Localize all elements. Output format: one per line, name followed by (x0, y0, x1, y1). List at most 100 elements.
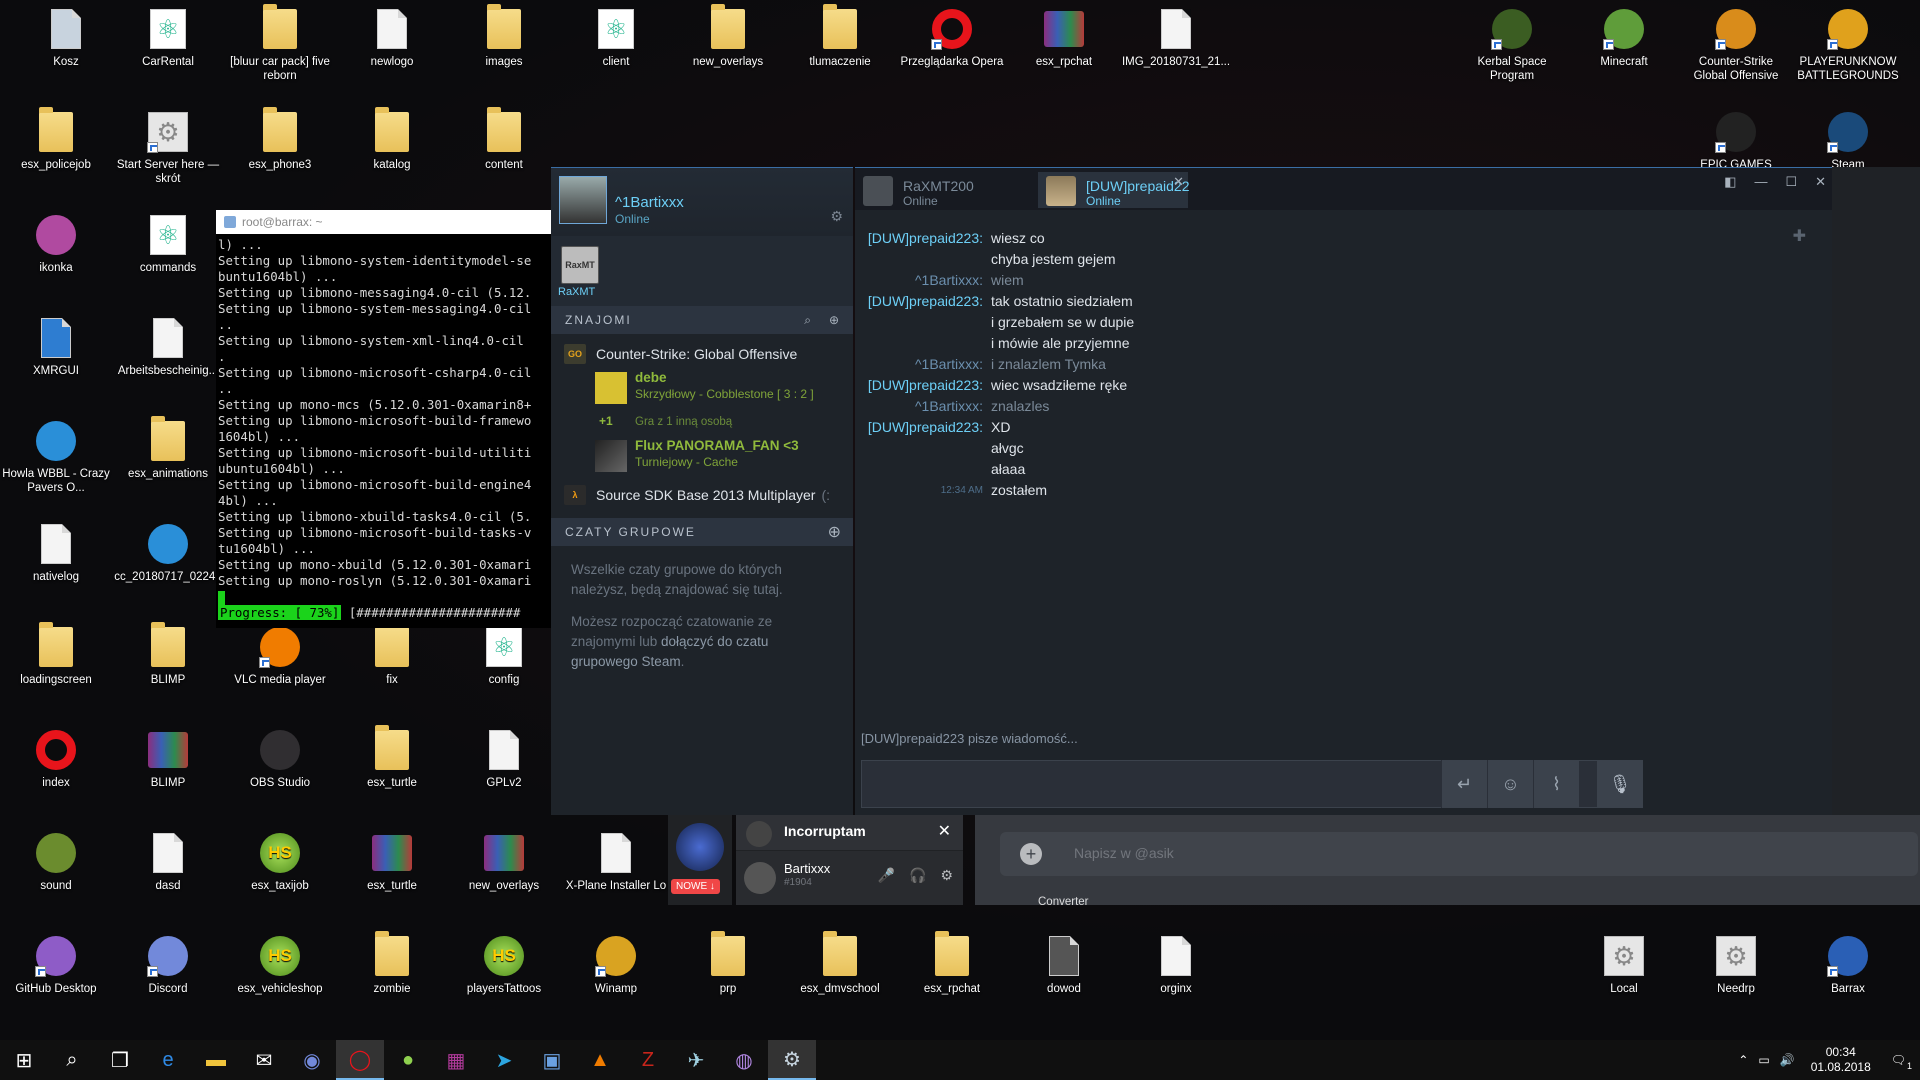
desktop-icon[interactable]: esx_phone3 (224, 103, 336, 203)
emoticon-icon[interactable]: ☺ (1487, 760, 1533, 808)
add-friend-icon[interactable]: ⊕ (829, 313, 841, 327)
desktop-icon[interactable]: OBS Studio (224, 721, 336, 821)
discord-icon[interactable]: ◉ (288, 1040, 336, 1080)
popout-icon[interactable]: ◧ (1724, 174, 1736, 190)
desktop-icon[interactable]: esx_animations (112, 412, 224, 512)
desktop-icon[interactable]: loadingscreen (0, 618, 112, 718)
add-group-icon[interactable]: ⊕ (828, 522, 843, 542)
desktop-icon[interactable]: HS playersTattoos (448, 927, 560, 1027)
desktop-icon[interactable]: ⚛ CarRental (112, 0, 224, 100)
chat-tab-raxmt200[interactable]: RaXMT200 Online (855, 172, 1005, 208)
desktop-icon[interactable]: newlogo (336, 0, 448, 100)
desktop-icon[interactable]: ⚙ Needrp (1680, 927, 1792, 1027)
network-icon[interactable]: ▭ (1758, 1053, 1769, 1067)
clock[interactable]: 00:34 01.08.2018 (1811, 1045, 1871, 1075)
desktop-icon[interactable]: new_overlays (672, 0, 784, 100)
telegram-icon[interactable]: ➤ (480, 1040, 528, 1080)
desktop-icon[interactable]: HS esx_vehicleshop (224, 927, 336, 1027)
task-view-icon[interactable]: ❐ (96, 1040, 144, 1080)
opera-icon[interactable]: ◯ (336, 1040, 384, 1080)
favorite-avatar[interactable]: RaxMT (561, 246, 599, 284)
headphones-icon[interactable]: 🎧 (909, 867, 926, 884)
desktop-icon[interactable]: index (0, 721, 112, 821)
desktop-icon[interactable]: ⚙ Local (1568, 927, 1680, 1027)
friend-debe[interactable]: debe Skrzydłowy - Cobblestone [ 3 : 2 ] (595, 366, 853, 410)
putty-icon[interactable]: ▣ (528, 1040, 576, 1080)
desktop-icon[interactable]: ⚛ client (560, 0, 672, 100)
desktop-icon[interactable]: fix (336, 618, 448, 718)
desktop-icon[interactable]: HS esx_taxijob (224, 824, 336, 924)
tray-chevron-icon[interactable]: ⌃ (1738, 1053, 1748, 1067)
desktop-icon[interactable]: esx_policejob (0, 103, 112, 203)
user-name[interactable]: ^1Bartixxx (615, 194, 684, 211)
desktop-icon[interactable]: sound (0, 824, 112, 924)
settings-gear-icon[interactable]: ⚙ (940, 867, 953, 884)
discord-message-input[interactable]: + Napisz w @asik (1000, 832, 1918, 876)
send-icon[interactable]: ↵ (1441, 760, 1487, 808)
close-dm-icon[interactable]: ✕ (938, 821, 951, 841)
winrar-icon[interactable]: ▦ (432, 1040, 480, 1080)
desktop-icon[interactable]: XMRGUI (0, 309, 112, 409)
search-icon[interactable]: ⌕ (804, 313, 813, 328)
filezilla-icon[interactable]: Z (624, 1040, 672, 1080)
desktop-icon[interactable]: tlumaczenie (784, 0, 896, 100)
favorite-name[interactable]: RaXMT (558, 286, 595, 298)
desktop-icon[interactable]: Kosz (10, 0, 122, 100)
settings-gear-icon[interactable]: ⚙ (830, 208, 843, 225)
desktop-icon[interactable]: katalog (336, 103, 448, 203)
minimize-icon[interactable]: — (1754, 174, 1767, 190)
desktop-icon[interactable]: PLAYERUNKNOW BATTLEGROUNDS (1792, 0, 1904, 100)
desktop-icon[interactable]: esx_turtle (336, 824, 448, 924)
hs-icon[interactable]: ● (384, 1040, 432, 1080)
desktop-icon[interactable]: nativelog (0, 515, 112, 615)
windows-start-icon[interactable]: ⊞ (0, 1040, 48, 1080)
steam-icon[interactable]: ⚙ (768, 1040, 816, 1080)
desktop-icon[interactable]: ikonka (0, 206, 112, 306)
desktop-icon[interactable]: VLC media player (224, 618, 336, 718)
desktop-icon[interactable]: Counter-Strike Global Offensive (1680, 0, 1792, 100)
desktop-icon[interactable]: prp (672, 927, 784, 1027)
desktop-icon[interactable]: [bluur car pack] five reborn (224, 0, 336, 100)
desktop-icon[interactable]: ⚛ config (448, 618, 560, 718)
user-avatar[interactable] (744, 862, 776, 894)
search-icon[interactable]: ⌕ (48, 1040, 96, 1080)
maximize-icon[interactable]: ☐ (1785, 174, 1797, 190)
friend-flux[interactable]: Flux PANORAMA_FAN <3 Turniejowy - Cache (595, 434, 853, 478)
desktop-icon[interactable]: Przeglądarka Opera (896, 0, 1008, 100)
desktop-icon[interactable]: X-Plane Installer Lo (560, 824, 672, 924)
friend-group-summary[interactable]: +1 Gra z 1 inną osobą (595, 410, 853, 434)
desktop-icon[interactable]: IMG_20180731_21... (1120, 0, 1232, 100)
desktop-icon[interactable]: Discord (112, 927, 224, 1027)
desktop-icon[interactable]: Minecraft (1568, 0, 1680, 100)
app2-icon[interactable]: ◍ (720, 1040, 768, 1080)
desktop-icon[interactable]: esx_rpchat (1008, 0, 1120, 100)
desktop-icon[interactable]: zombie (336, 927, 448, 1027)
desktop-icon[interactable]: BLIMP (112, 721, 224, 821)
desktop-icon[interactable]: GitHub Desktop (0, 927, 112, 1027)
terminal-title[interactable]: root@barrax: ~ (216, 210, 554, 234)
desktop-icon[interactable]: dowod (1008, 927, 1120, 1027)
app-icon[interactable]: ✈ (672, 1040, 720, 1080)
add-participant-icon[interactable]: ✚ (1793, 226, 1806, 246)
desktop-icon[interactable]: Howla WBBL - Crazy Pavers O... (0, 412, 112, 512)
notifications-icon[interactable]: 🗨 1 (1891, 1053, 1912, 1071)
desktop-icon[interactable]: new_overlays (448, 824, 560, 924)
vlc-icon[interactable]: ▲ (576, 1040, 624, 1080)
desktop-icon[interactable]: Winamp (560, 927, 672, 1027)
desktop-icon[interactable]: ⚛ commands (112, 206, 224, 306)
attach-icon[interactable]: ⌇ (1533, 760, 1579, 808)
desktop-icon[interactable]: images (448, 0, 560, 100)
mail-icon[interactable]: ✉ (240, 1040, 288, 1080)
dm-header[interactable]: Incorruptam ✕ (736, 815, 963, 851)
desktop-icon[interactable]: content (448, 103, 560, 203)
desktop-icon[interactable]: Barrax (1792, 927, 1904, 1027)
edge-icon[interactable]: e (144, 1040, 192, 1080)
desktop-icon[interactable]: orginx (1120, 927, 1232, 1027)
desktop-icon[interactable]: cc_20180717_02243 (112, 515, 224, 615)
user-avatar[interactable] (559, 176, 607, 224)
desktop-icon[interactable]: ⚙ Start Server here — skrót (112, 103, 224, 203)
desktop-icon[interactable]: esx_turtle (336, 721, 448, 821)
upload-plus-icon[interactable]: + (1020, 843, 1042, 865)
desktop-icon[interactable]: Kerbal Space Program (1456, 0, 1568, 100)
desktop-icon[interactable]: esx_rpchat (896, 927, 1008, 1027)
